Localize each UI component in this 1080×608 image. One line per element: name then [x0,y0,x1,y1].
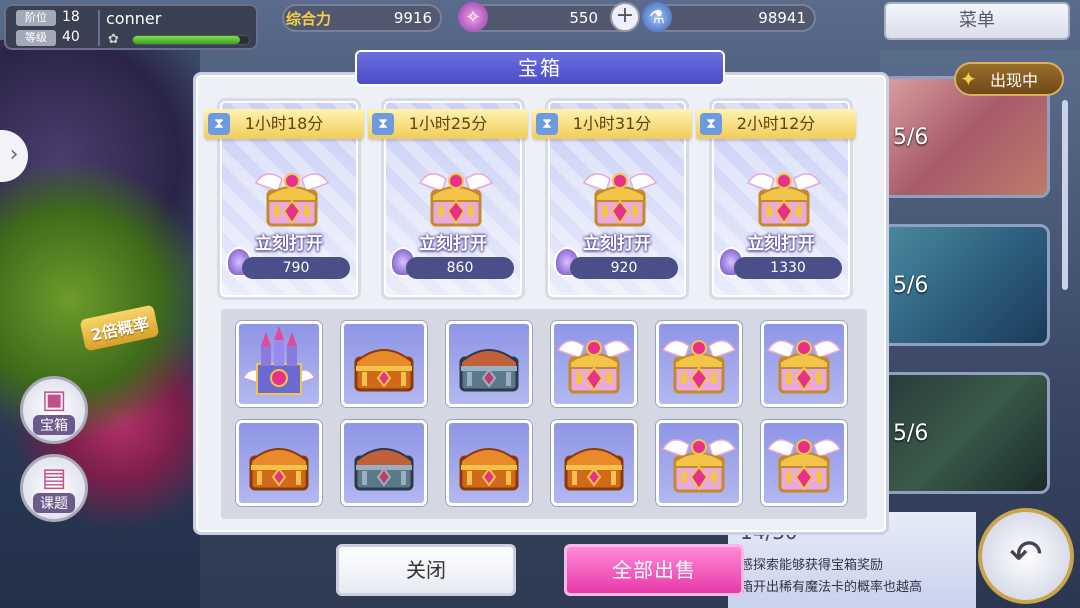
price-value: 860 [406,257,514,279]
timer-text: 2小时12分 [736,114,816,133]
player-info-panel[interactable]: 阶位 18 等级 40 conner ✿ [4,4,258,50]
timer-chest-card-2[interactable]: ⧗ 1小时25分 立刻打开 860 [368,98,528,300]
book-icon: ▤ [41,463,67,493]
info-line-1: 感探索能够获得宝箱奖励 [740,558,884,573]
gold-chest-icon [344,324,424,404]
castle-chest-icon [239,324,319,404]
inventory-slot[interactable] [761,420,847,506]
close-button[interactable]: 关闭 [336,544,516,596]
winged-chest-icon [659,324,739,404]
gold-chest-icon [239,423,319,503]
timer-ribbon: ⧗ 1小时31分 [532,109,692,139]
exp-bar-fill [133,36,240,44]
inventory-slot[interactable] [341,420,427,506]
winged-chest-icon [659,423,739,503]
winged-chest-icon [744,157,824,237]
hourglass-icon: ⧗ [700,113,722,135]
appearing-label: 出现中 [990,71,1039,90]
timer-chest-card-3[interactable]: ⧗ 1小时31分 立刻打开 920 [532,98,692,300]
gold-chest-icon [449,423,529,503]
info-line-2: 箱开出稀有魔法卡的概率也越高 [740,580,923,595]
inventory-slot[interactable] [656,420,742,506]
inventory-slot[interactable] [656,321,742,407]
rank-value: 18 [62,9,80,25]
menu-button[interactable]: 菜单 [884,2,1070,40]
gold-chest-icon [554,423,634,503]
hourglass-icon: ⧗ [536,113,558,135]
avatar-icon: ✿ [108,32,119,47]
dialog-title: 宝箱 [355,50,725,86]
crystal-icon: ✧ [458,2,488,32]
side-card-2[interactable]: 5/6 [880,224,1050,346]
inventory-slot[interactable] [236,420,322,506]
potion-icon: ⚗ [642,2,672,32]
side-card-3[interactable]: 5/6 [880,372,1050,494]
winged-chest-icon [764,423,844,503]
potion-display: ⚗ 98941 [642,2,816,32]
inventory-slot[interactable] [446,420,532,506]
winged-chest-icon [764,324,844,404]
inventory-slot[interactable] [236,321,322,407]
winged-chest-icon [416,157,496,237]
chest-icon: ✦ [960,67,977,91]
side-scrollbar[interactable] [1062,100,1068,290]
price-value: 790 [242,257,350,279]
add-crystal-button[interactable]: + [610,2,640,32]
power-label: 综合力 [286,10,332,28]
side-chest-label: 宝箱 [33,415,75,435]
inventory-slot[interactable] [551,420,637,506]
exp-bar [132,35,250,45]
chest-icon: ▣ [41,385,67,415]
winged-chest-icon [554,324,634,404]
timer-text: 1小时31分 [572,114,652,133]
divider [98,10,100,46]
player-name: conner [106,9,162,28]
power-value: 9916 [393,9,432,27]
potion-value: 98941 [758,9,806,27]
timer-text: 1小时18分 [244,114,324,133]
winged-chest-icon [252,157,332,237]
back-button[interactable]: ↶ [978,508,1074,604]
rank-label: 阶位 [16,10,56,26]
crystal-value: 550 [569,9,598,27]
timer-ribbon: ⧗ 2小时12分 [696,109,856,139]
side-card-progress: 5/6 [893,421,929,446]
inventory-slot[interactable] [761,321,847,407]
price-value: 1330 [734,257,842,279]
side-task-label: 课题 [33,493,75,513]
winged-chest-icon [580,157,660,237]
inventory-slot[interactable] [341,321,427,407]
timer-chest-card-4[interactable]: ⧗ 2小时12分 立刻打开 1330 [696,98,856,300]
inventory-slot[interactable] [551,321,637,407]
level-label: 等级 [16,30,56,46]
power-display: 综合力 9916 [282,4,442,32]
crystal-display: ✧ 550 + [458,2,640,32]
timer-chest-card-1[interactable]: ⧗ 1小时18分 立刻打开 790 [204,98,364,300]
side-chest-button[interactable]: ▣ 宝箱 [20,376,88,444]
side-card-progress: 5/6 [893,273,929,298]
silver-chest-icon [344,423,424,503]
hourglass-icon: ⧗ [208,113,230,135]
price-value: 920 [570,257,678,279]
silver-chest-icon [449,324,529,404]
hourglass-icon: ⧗ [372,113,394,135]
back-arrow-icon: ↶ [1009,532,1043,578]
timer-ribbon: ⧗ 1小时25分 [368,109,528,139]
inventory-slot[interactable] [446,321,532,407]
level-value: 40 [62,29,80,45]
sell-all-button[interactable]: 全部出售 [564,544,744,596]
timer-text: 1小时25分 [408,114,488,133]
appearing-badge: ✦ 出现中 [954,62,1064,96]
side-task-button[interactable]: ▤ 课题 [20,454,88,522]
timer-ribbon: ⧗ 1小时18分 [204,109,364,139]
side-card-progress: 5/6 [893,125,929,150]
